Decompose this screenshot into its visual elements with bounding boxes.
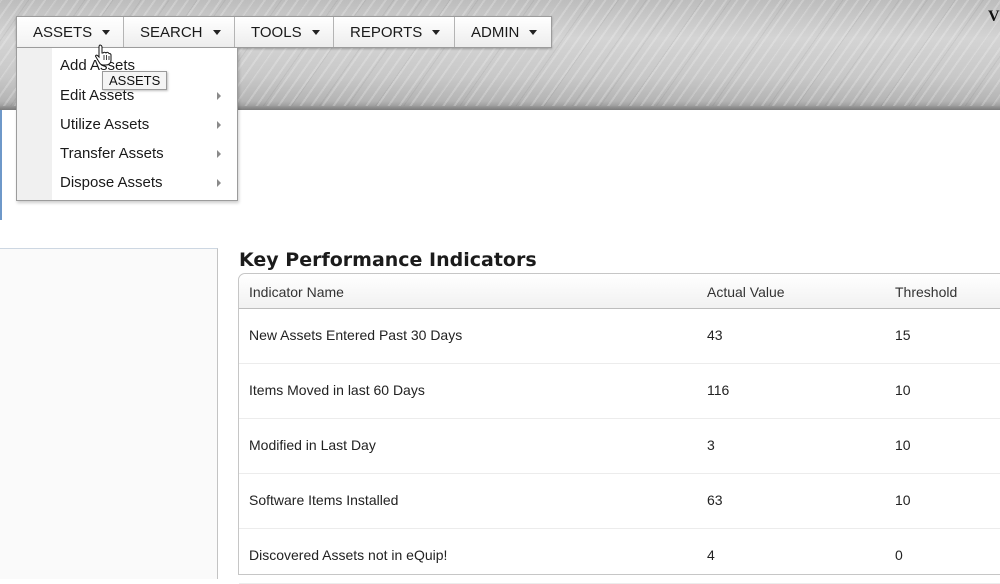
kpi-section-title: Key Performance Indicators [239, 249, 537, 271]
indicator-name-cell: Modified in Last Day [249, 437, 376, 453]
brand-logo-edge: V [988, 8, 1000, 25]
indicator-name-cell: Software Items Installed [249, 492, 399, 508]
threshold-cell: 10 [895, 437, 911, 453]
actual-value-cell: 4 [707, 547, 715, 563]
menu-assets[interactable]: ASSETS [17, 17, 124, 47]
table-row[interactable]: Items Moved in last 60 Days 116 10 [239, 364, 1000, 419]
menu-reports-label: REPORTS [350, 23, 423, 41]
menu-item-label: Utilize Assets [60, 116, 150, 133]
indicator-name-cell: New Assets Entered Past 30 Days [249, 327, 463, 343]
actual-value-cell: 116 [707, 382, 730, 398]
hand-pointer-cursor-icon [95, 44, 112, 66]
table-row[interactable]: Discovered Assets not in eQuip! 4 0 [239, 529, 1000, 584]
threshold-cell: 15 [895, 327, 911, 343]
assets-tooltip: ASSETS [102, 71, 168, 90]
threshold-cell: 10 [895, 492, 911, 508]
chevron-down-icon [212, 29, 221, 35]
menu-item-dispose-assets[interactable]: Dispose Assets [17, 168, 237, 197]
indicator-name-cell: Items Moved in last 60 Days [249, 382, 425, 398]
chevron-down-icon [311, 29, 320, 35]
actual-value-cell: 3 [707, 437, 715, 453]
chevron-down-icon [102, 29, 111, 35]
menu-admin-label: ADMIN [471, 23, 520, 41]
actual-value-cell: 63 [707, 492, 723, 508]
submenu-arrow-icon [217, 92, 221, 100]
menu-tools-label: TOOLS [251, 23, 302, 41]
column-header-indicator-name[interactable]: Indicator Name [249, 284, 344, 300]
threshold-cell: 0 [895, 547, 903, 563]
menu-item-transfer-assets[interactable]: Transfer Assets [17, 139, 237, 168]
menu-tools[interactable]: TOOLS [235, 17, 334, 47]
menu-assets-label: ASSETS [33, 23, 93, 41]
chevron-down-icon [432, 29, 441, 35]
menu-admin[interactable]: ADMIN [455, 17, 551, 47]
menu-item-label: Dispose Assets [60, 174, 163, 191]
menu-search-label: SEARCH [140, 23, 203, 41]
window-left-border [0, 110, 2, 220]
indicator-name-cell: Discovered Assets not in eQuip! [249, 547, 448, 563]
column-header-actual-value[interactable]: Actual Value [707, 284, 785, 300]
table-row[interactable]: New Assets Entered Past 30 Days 43 15 [239, 309, 1000, 364]
submenu-arrow-icon [217, 121, 221, 129]
submenu-arrow-icon [217, 150, 221, 158]
table-row[interactable]: Modified in Last Day 3 10 [239, 419, 1000, 474]
chevron-down-icon [529, 29, 538, 35]
menu-item-label: Transfer Assets [60, 145, 164, 162]
table-row[interactable]: Software Items Installed 63 10 [239, 474, 1000, 529]
menu-reports[interactable]: REPORTS [334, 17, 455, 47]
menu-item-utilize-assets[interactable]: Utilize Assets [17, 110, 237, 139]
actual-value-cell: 43 [707, 327, 723, 343]
kpi-table: Indicator Name Actual Value Threshold Ne… [238, 273, 1000, 584]
column-header-threshold[interactable]: Threshold [895, 284, 957, 300]
kpi-table-header: Indicator Name Actual Value Threshold [239, 274, 1000, 309]
left-side-panel [0, 248, 218, 579]
threshold-cell: 10 [895, 382, 911, 398]
menu-search[interactable]: SEARCH [124, 17, 235, 47]
submenu-arrow-icon [217, 179, 221, 187]
